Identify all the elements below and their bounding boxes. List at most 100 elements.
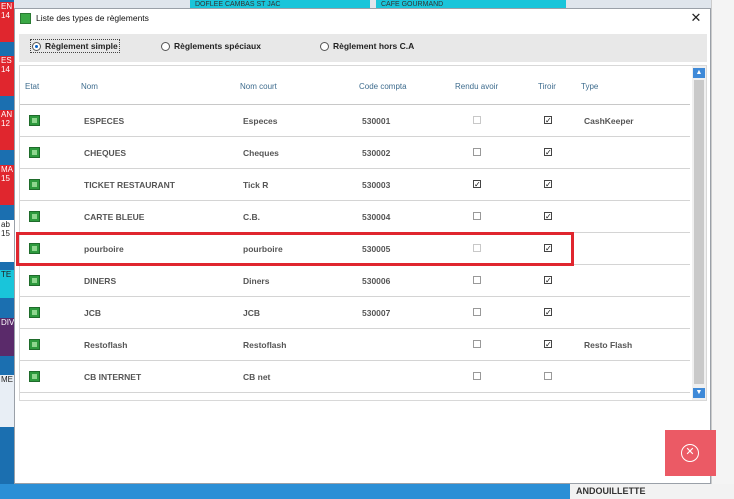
background-bottom-label[interactable]: ANDOUILLETTE <box>570 484 734 499</box>
cell-nom-court: pourboire <box>243 244 283 254</box>
table-row[interactable]: CARTE BLEUE C.B. 530004 ✓ <box>20 201 690 233</box>
cell-nom: Restoflash <box>84 340 128 350</box>
cell-nom-court: Diners <box>243 276 270 286</box>
table-row[interactable]: CHEQUES Cheques 530002 ✓ <box>20 137 690 169</box>
rendu-avoir-checkbox[interactable] <box>473 116 481 124</box>
payment-category-radio-group: Règlement simple Règlements spéciaux Règ… <box>19 34 707 62</box>
scroll-down-icon[interactable]: ▼ <box>693 388 705 398</box>
rendu-avoir-checkbox[interactable] <box>473 308 481 316</box>
radio-reglement-hors-ca[interactable]: Règlement hors C.A <box>320 41 414 51</box>
table-scrollbar[interactable]: ▲ ▼ <box>692 66 706 400</box>
radio-label: Règlement simple <box>45 41 118 51</box>
cell-nom: ESPECES <box>84 116 125 126</box>
cell-nom-court: CB net <box>243 372 271 382</box>
radio-unselected-icon <box>320 41 329 51</box>
table-row[interactable]: DINERS Diners 530006 ✓ <box>20 265 690 297</box>
close-dialog-button[interactable]: ✕ <box>665 430 716 476</box>
background-left-tile[interactable]: DIV <box>0 318 14 356</box>
tiroir-checkbox[interactable]: ✓ <box>544 276 552 285</box>
status-active-icon[interactable] <box>29 115 40 126</box>
rendu-avoir-checkbox[interactable] <box>473 212 481 220</box>
cell-nom: JCB <box>84 308 102 318</box>
background-left-tile[interactable]: MA 15 <box>0 165 14 205</box>
close-circle-icon: ✕ <box>681 444 699 462</box>
cell-nom-court: Tick R <box>243 180 269 190</box>
radio-reglement-simple[interactable]: Règlement simple <box>30 39 120 53</box>
radio-unselected-icon <box>161 41 170 51</box>
scroll-up-icon[interactable]: ▲ <box>693 68 705 78</box>
column-header-nom-court[interactable]: Nom court <box>240 82 277 91</box>
cell-nom-court: Restoflash <box>243 340 287 350</box>
table-row[interactable]: CB INTERNET CB net <box>20 361 690 393</box>
background-right-panel <box>711 0 734 499</box>
column-header-code-compta[interactable]: Code compta <box>359 82 407 91</box>
column-header-type[interactable]: Type <box>581 82 598 91</box>
app-icon <box>20 13 31 24</box>
table-row[interactable]: ESPECES Especes 530001 CashKeeper ✓ <box>20 105 690 137</box>
tiroir-checkbox[interactable] <box>544 372 552 380</box>
radio-selected-icon <box>32 41 41 51</box>
column-header-etat[interactable]: Etat <box>25 82 39 91</box>
cell-nom-court: JCB <box>243 308 261 318</box>
table-row[interactable]: JCB JCB 530007 ✓ <box>20 297 690 329</box>
tiroir-checkbox[interactable]: ✓ <box>544 340 552 349</box>
payment-types-table: Etat Nom Nom court Code compta Rendu avo… <box>19 65 707 401</box>
cell-nom: CHEQUES <box>84 148 127 158</box>
background-left-tile[interactable]: ab 15 <box>0 220 14 262</box>
background-left-tile[interactable]: EN 14 <box>0 2 14 42</box>
cell-nom-court: Especes <box>243 116 278 126</box>
tiroir-checkbox[interactable]: ✓ <box>544 116 552 125</box>
dialog-title: Liste des types de règlements <box>36 13 149 23</box>
column-header-nom[interactable]: Nom <box>81 82 98 91</box>
table-row[interactable]: Restoflash Restoflash Resto Flash ✓ <box>20 329 690 361</box>
tiroir-checkbox[interactable]: ✓ <box>544 308 552 317</box>
scroll-thumb[interactable] <box>694 80 704 384</box>
cell-code-compta: 530003 <box>362 180 391 190</box>
cell-code-compta: 530006 <box>362 276 391 286</box>
cell-code-compta: 530002 <box>362 148 391 158</box>
cell-code-compta: 530005 <box>362 244 391 254</box>
cell-nom: CB INTERNET <box>84 372 142 382</box>
status-active-icon[interactable] <box>29 211 40 222</box>
background-left-tile[interactable]: AN 12 <box>0 110 14 150</box>
dialog-titlebar: Liste des types de règlements ✕ <box>15 9 710 29</box>
cell-code-compta: 530004 <box>362 212 391 222</box>
cell-code-compta: 530007 <box>362 308 391 318</box>
status-active-icon[interactable] <box>29 307 40 318</box>
cell-type: Resto Flash <box>584 340 633 350</box>
table-row[interactable]: TICKET RESTAURANT Tick R 530003 ✓ ✓ <box>20 169 690 201</box>
tiroir-checkbox[interactable]: ✓ <box>544 148 552 157</box>
rendu-avoir-checkbox[interactable] <box>473 340 481 348</box>
status-active-icon[interactable] <box>29 275 40 286</box>
status-active-icon[interactable] <box>29 371 40 382</box>
cell-nom: TICKET RESTAURANT <box>84 180 175 190</box>
cell-nom: CARTE BLEUE <box>84 212 145 222</box>
tiroir-checkbox[interactable]: ✓ <box>544 244 552 253</box>
rendu-avoir-checkbox[interactable] <box>473 244 481 252</box>
tiroir-checkbox[interactable]: ✓ <box>544 180 552 189</box>
status-active-icon[interactable] <box>29 339 40 350</box>
cell-nom-court: C.B. <box>243 212 260 222</box>
rendu-avoir-checkbox[interactable] <box>473 148 481 156</box>
status-active-icon[interactable] <box>29 179 40 190</box>
radio-reglements-speciaux[interactable]: Règlements spéciaux <box>161 41 261 51</box>
status-active-icon[interactable] <box>29 147 40 158</box>
cell-nom: pourboire <box>84 244 124 254</box>
table-header: Etat Nom Nom court Code compta Rendu avo… <box>20 66 690 105</box>
rendu-avoir-checkbox[interactable] <box>473 372 481 380</box>
rendu-avoir-checkbox[interactable]: ✓ <box>473 180 481 189</box>
column-header-rendu-avoir[interactable]: Rendu avoir <box>455 82 498 91</box>
status-active-icon[interactable] <box>29 243 40 254</box>
rendu-avoir-checkbox[interactable] <box>473 276 481 284</box>
column-header-tiroir[interactable]: Tiroir <box>538 82 556 91</box>
background-left-tile[interactable]: TE <box>0 270 14 298</box>
background-left-tile[interactable]: ES 14 <box>0 56 14 96</box>
radio-label: Règlement hors C.A <box>333 41 415 51</box>
background-left-tile[interactable]: ME <box>0 375 14 427</box>
radio-label: Règlements spéciaux <box>174 41 261 51</box>
table-row[interactable]: pourboire pourboire 530005 ✓ <box>20 233 690 265</box>
cell-code-compta: 530001 <box>362 116 391 126</box>
tiroir-checkbox[interactable]: ✓ <box>544 212 552 221</box>
close-icon[interactable]: ✕ <box>689 11 703 25</box>
cell-nom: DINERS <box>84 276 117 286</box>
